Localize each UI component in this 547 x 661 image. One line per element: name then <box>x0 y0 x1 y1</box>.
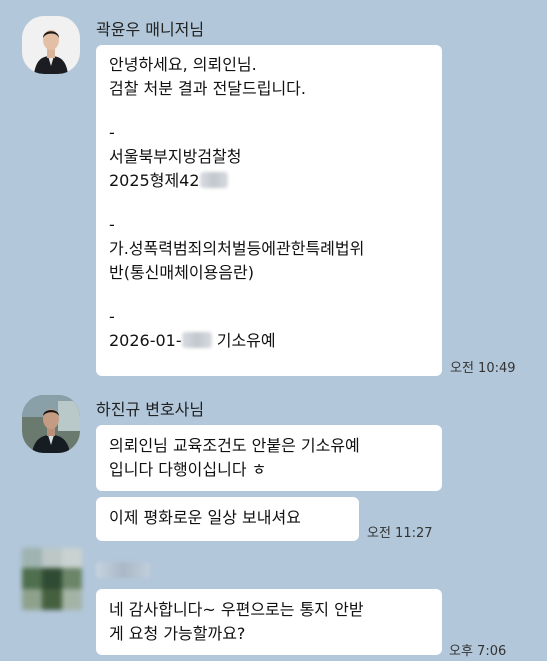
disposition-result-text: 기소유예 <box>216 331 276 350</box>
message-line: 안녕하세요, 의뢰인님. <box>109 55 257 74</box>
message-bubble-lawyer[interactable]: 의뢰인님 교육조건도 안붙은 기소유예 입니다 다행이십니다 ㅎ <box>96 425 442 491</box>
message-time: 오전 10:49 <box>450 361 516 376</box>
message-line: 입니다 다행이십니다 ㅎ <box>109 460 267 479</box>
disposition-date-text: 2026-01- <box>109 331 182 350</box>
message-line: 서울북부지방검찰청 <box>109 147 242 166</box>
avatar-manager[interactable] <box>22 16 80 74</box>
message-line: 반(통신매체이용음란) <box>109 263 254 282</box>
avatar-lawyer[interactable] <box>22 395 80 453</box>
redacted-sender-name <box>96 562 150 578</box>
sender-name-manager: 곽윤우 매니저님 <box>96 20 205 39</box>
message-time: 오전 11:27 <box>367 526 433 541</box>
message-bubble-manager[interactable]: 안녕하세요, 의뢰인님. 검찰 처분 결과 전달드립니다. - 서울북부지방검찰… <box>96 45 442 376</box>
message-time: 오후 7:06 <box>449 644 507 659</box>
message-line: - <box>109 123 115 142</box>
message-bubble-lawyer-followup[interactable]: 이제 평화로운 일상 보내셔요 <box>96 497 359 541</box>
message-line: 가.성폭력범죄의처벌등에관한특례법위 <box>109 239 365 258</box>
redacted-text <box>199 172 228 188</box>
case-number-text: 2025형제42 <box>109 171 200 190</box>
sender-name-lawyer: 하진규 변호사님 <box>96 400 205 419</box>
avatar-blurred[interactable] <box>22 548 82 610</box>
message-bubble-client[interactable]: 네 감사합니다~ 우편으로는 통지 안받 게 요청 가능할까요? <box>96 589 442 655</box>
redacted-text <box>181 332 212 348</box>
message-line: 검찰 처분 결과 전달드립니다. <box>109 79 306 98</box>
message-line: - <box>109 215 115 234</box>
message-line: 네 감사합니다~ 우편으로는 통지 안받 <box>109 600 364 619</box>
message-line: 게 요청 가능할까요? <box>109 624 246 643</box>
message-line: 의뢰인님 교육조건도 안붙은 기소유예 <box>109 436 360 455</box>
message-line: 이제 평화로운 일상 보내셔요 <box>109 508 301 527</box>
message-line: - <box>109 307 115 326</box>
